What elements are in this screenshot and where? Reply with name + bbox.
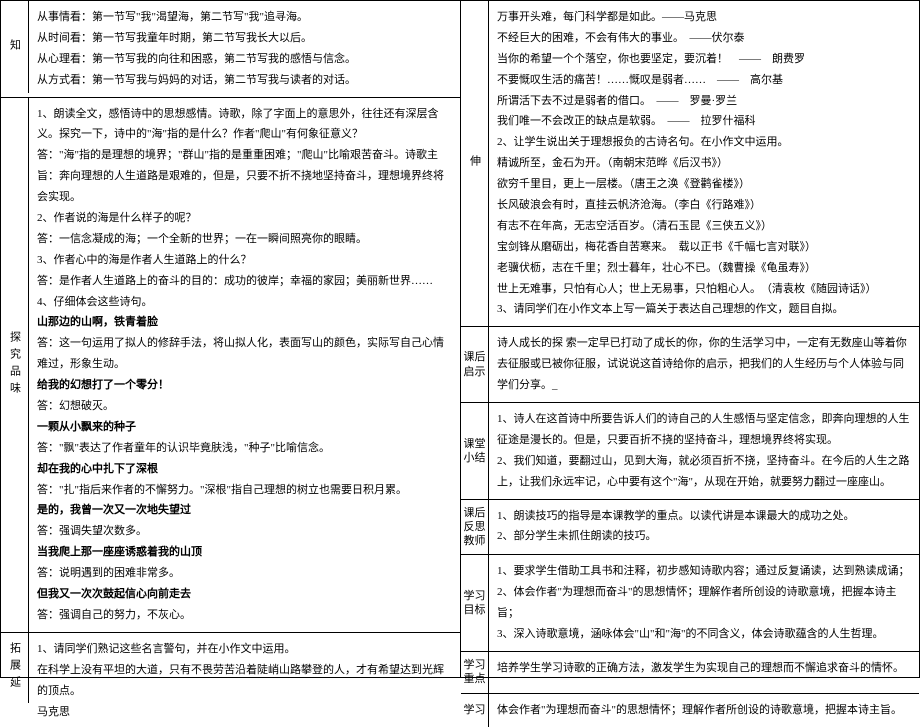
row-shen: 伸 万事开头难，每门科学都是如此。——马克思 不经巨大的困难，不会有伟大的事业。… [461, 1, 919, 327]
mubiao-line: 2、体会作者"为理想而奋斗"的思想情怀；理解作者所创设的诗歌意境，把握本诗主旨； [497, 582, 911, 624]
zhongdian-text: 培养学生学习诗歌的正确方法，激发学生为实现自己的理想而不懈追求奋斗的情怀。 [497, 658, 911, 679]
b7a: 答：强调自己的努力，不灰心。 [37, 605, 452, 626]
quote: 不经巨大的困难，不会有伟大的事业。 ——伏尔泰 [497, 28, 911, 49]
left-column: 知 从事情看：第一节写"我"渴望海，第二节写"我"追寻海。 从时间看：第一节写我… [0, 0, 460, 678]
zhi-line: 从事情看：第一节写"我"渴望海，第二节写"我"追寻海。 [37, 7, 452, 28]
quote: 所谓活下去不过是弱者的借口。 —— 罗曼·罗兰 [497, 91, 911, 112]
b2: 给我的幻想打了一个零分！ [37, 375, 452, 396]
xiaojie-line: 1、诗人在这首诗中所要告诉人们的诗自己的人生感悟与坚定信念，即奔向理想的人生征途… [497, 409, 911, 451]
b7: 但我又一次次鼓起信心向前走去 [37, 588, 191, 600]
row-tuozhan: 拓展延 1、请同学们熟记这些名言警句，并在小作文中运用。 在科学上没有平坦的大道… [1, 633, 460, 728]
content-shen: 万事开头难，每门科学都是如此。——马克思 不经巨大的困难，不会有伟大的事业。 —… [489, 1, 919, 326]
label-qishi: 课后启示 [461, 327, 489, 402]
row-zhi: 知 从事情看：第一节写"我"渴望海，第二节写"我"追寻海。 从时间看：第一节写我… [1, 1, 460, 98]
label-zhongdian: 学习重点 [461, 652, 489, 693]
b2a: 答：幻想破灭。 [37, 396, 452, 417]
b1a: 答：这一句运用了拟人的修辞手法，将山拟人化，表面写山的颜色，实际写自己心情难过，… [37, 333, 452, 375]
q3: 3、作者心中的海是作者人生道路上的什么？ [37, 250, 452, 271]
label-mubiao: 学习目标 [461, 555, 489, 651]
tuozhan-line: 马克思 [37, 702, 452, 723]
zhi-line: 从心理看：第一节写我的向往和困惑，第二节写我的感悟与信念。 [37, 49, 452, 70]
content-tuozhan: 1、请同学们熟记这些名言警句，并在小作文中运用。 在科学上没有平坦的大道，只有不… [29, 633, 460, 728]
content-xiaojie: 1、诗人在这首诗中所要告诉人们的诗自己的人生感悟与坚定信念，即奔向理想的人生征途… [489, 403, 919, 499]
tuozhan-line: 在科学上没有平坦的大道，只有不畏劳苦沿着陡峭山路攀登的人，才有希望达到光辉的顶点… [37, 660, 452, 702]
quote: 我们唯一不会改正的缺点是软弱。 —— 拉罗什福科 [497, 111, 911, 132]
poem: 欲穷千里目，更上一层楼。（唐王之涣《登鹳雀楼》） [497, 174, 911, 195]
right-column: 伸 万事开头难，每门科学都是如此。——马克思 不经巨大的困难，不会有伟大的事业。… [460, 0, 920, 678]
content-mubiao: 1、要求学生借助工具书和注释，初步感知诗歌内容；通过反复诵读，达到熟读成诵； 2… [489, 555, 919, 651]
task3: 3、请同学们在小作文本上写一篇关于表达自己理想的作文，题目自拟。 [497, 299, 911, 320]
quote: 当你的希望一个个落空，你也要坚定，要沉着！ —— 朗费罗 [497, 49, 911, 70]
row-fansi: 课后反思教师 1、朗读技巧的指导是本课教学的重点。以读代讲是本课最大的成功之处。… [461, 500, 919, 556]
poem: 长风破浪会有时，直挂云帆济沧海。（李白《行路难》） [497, 195, 911, 216]
label-zhi: 知 [1, 1, 29, 93]
content-fansi: 1、朗读技巧的指导是本课教学的重点。以读代讲是本课最大的成功之处。 2、部分学生… [489, 500, 919, 555]
xuexi-text: 体会作者"为理想而奋斗"的思想情怀；理解作者所创设的诗歌意境，把握本诗主旨。 [497, 700, 911, 721]
label-fansi: 课后反思教师 [461, 500, 489, 555]
fansi-line: 2、部分学生未抓住朗读的技巧。 [497, 526, 911, 547]
b5a: 答：强调失望次数多。 [37, 521, 452, 542]
zhi-line: 从时间看：第一节写我童年时期，第二节写我长大以后。 [37, 28, 452, 49]
content-qishi: 诗人成长的探 索一定早已打动了成长的你，你的生活学习中，一定有无数座山等着你去征… [489, 327, 919, 402]
poem: 精诚所至，金石为开。（南朝宋范晔《后汉书》） [497, 153, 911, 174]
content-zhongdian: 培养学生学习诗歌的正确方法，激发学生为实现自己的理想而不懈追求奋斗的情怀。 [489, 652, 919, 693]
b6a: 答：说明遇到的困难非常多。 [37, 563, 452, 584]
page-root: 知 从事情看：第一节写"我"渴望海，第二节写"我"追寻海。 从时间看：第一节写我… [0, 0, 920, 678]
row-zhongdian: 学习重点 培养学生学习诗歌的正确方法，激发学生为实现自己的理想而不懈追求奋斗的情… [461, 652, 919, 694]
b4: 却在我的心中扎下了深根 [37, 459, 452, 480]
q4: 4、仔细体会这些诗句。 [37, 292, 452, 313]
fansi-line: 1、朗读技巧的指导是本课教学的重点。以读代讲是本课最大的成功之处。 [497, 506, 911, 527]
b4a: 答："扎"指后来作者的不懈努力。"深根"指自己理想的树立也需要日积月累。 [37, 480, 452, 501]
tuozhan-line: 1、请同学们熟记这些名言警句，并在小作文中运用。 [37, 639, 452, 660]
b3a: 答："飘"表达了作者童年的认识毕竟肤浅，"种子"比喻信念。 [37, 438, 452, 459]
xiaojie-line: 2、我们知道，要翻过山，见到大海，就必须百折不挠，坚持奋斗。在今后的人生之路上，… [497, 451, 911, 493]
row-xuexi: 学习 体会作者"为理想而奋斗"的思想情怀；理解作者所创设的诗歌意境，把握本诗主旨… [461, 694, 919, 727]
quote: 万事开头难，每门科学都是如此。——马克思 [497, 7, 911, 28]
b3: 一颗从小飘来的种子 [37, 417, 452, 438]
quote: 不要慨叹生活的痛苦！……慨叹是弱者…… —— 高尔基 [497, 70, 911, 91]
row-mubiao: 学习目标 1、要求学生借助工具书和注释，初步感知诗歌内容；通过反复诵读，达到熟读… [461, 555, 919, 652]
label-tuozhan: 拓展延 [1, 633, 29, 703]
content-zhi: 从事情看：第一节写"我"渴望海，第二节写"我"追寻海。 从时间看：第一节写我童年… [29, 1, 460, 97]
q2: 2、作者说的海是什么样子的呢？ [37, 208, 452, 229]
content-xuexi: 体会作者"为理想而奋斗"的思想情怀；理解作者所创设的诗歌意境，把握本诗主旨。 [489, 694, 919, 727]
mubiao-line: 1、要求学生借助工具书和注释，初步感知诗歌内容；通过反复诵读，达到熟读成诵； [497, 561, 911, 582]
mubiao-line: 3、深入诗歌意境，涵咏体会"山"和"海"的不同含义，体会诗歌蕴含的人生哲理。 [497, 624, 911, 645]
label-tanjiu: 探究品味 [1, 98, 29, 632]
zhi-line: 从方式看：第一节写我与妈妈的对话，第二节写我与读者的对话。 [37, 70, 452, 91]
label-xuexi: 学习 [461, 694, 489, 727]
poem: 世上无难事，只怕有心人；世上无易事，只怕粗心人。 （清袁枚《随园诗话》） [497, 279, 911, 300]
label-xiaojie: 课堂小结 [461, 403, 489, 499]
row-qishi: 课后启示 诗人成长的探 索一定早已打动了成长的你，你的生活学习中，一定有无数座山… [461, 327, 919, 403]
poem: 老骥伏枥，志在千里；烈士暮年，壮心不已。（魏曹操《龟虽寿》） [497, 258, 911, 279]
b6: 当我爬上那一座座诱惑着我的山顶 [37, 542, 452, 563]
q2a: 答：一信念凝成的海；一个全新的世界；一在一瞬间照亮你的眼睛。 [37, 229, 452, 250]
poem: 有志不在年高，无志空活百岁。（清石玉昆《三侠五义》） [497, 216, 911, 237]
content-tanjiu: 1、朗读全文，感悟诗中的思想感情。诗歌，除了字面上的意思外，往往还有深层含义。探… [29, 98, 460, 632]
row-tanjiu: 探究品味 1、朗读全文，感悟诗中的思想感情。诗歌，除了字面上的意思外，往往还有深… [1, 98, 460, 633]
b1: 山那边的山啊，铁青着脸 [37, 312, 452, 333]
b5: 是的，我曾一次又一次地失望过 [37, 500, 452, 521]
row-xiaojie: 课堂小结 1、诗人在这首诗中所要告诉人们的诗自己的人生感悟与坚定信念，即奔向理想… [461, 403, 919, 500]
q1a: 答："海"指的是理想的境界；"群山"指的是重重困难；"爬山"比喻艰苦奋斗。诗歌主… [37, 145, 452, 208]
q3a: 答：是作者人生道路上的奋斗的目的：成功的彼岸；幸福的家园；美丽新世界…… [37, 271, 452, 292]
task2: 2、让学生说出关于理想报负的古诗名句。在小作文中运用。 [497, 132, 911, 153]
poem: 宝剑锋从磨砺出，梅花香自苦寒来。 载以正书《千幅七言对联》） [497, 237, 911, 258]
label-shen: 伸 [461, 1, 489, 326]
qishi-text: 诗人成长的探 索一定早已打动了成长的你，你的生活学习中，一定有无数座山等着你去征… [497, 333, 911, 396]
q1: 1、朗读全文，感悟诗中的思想感情。诗歌，除了字面上的意思外，往往还有深层含义。探… [37, 104, 452, 146]
